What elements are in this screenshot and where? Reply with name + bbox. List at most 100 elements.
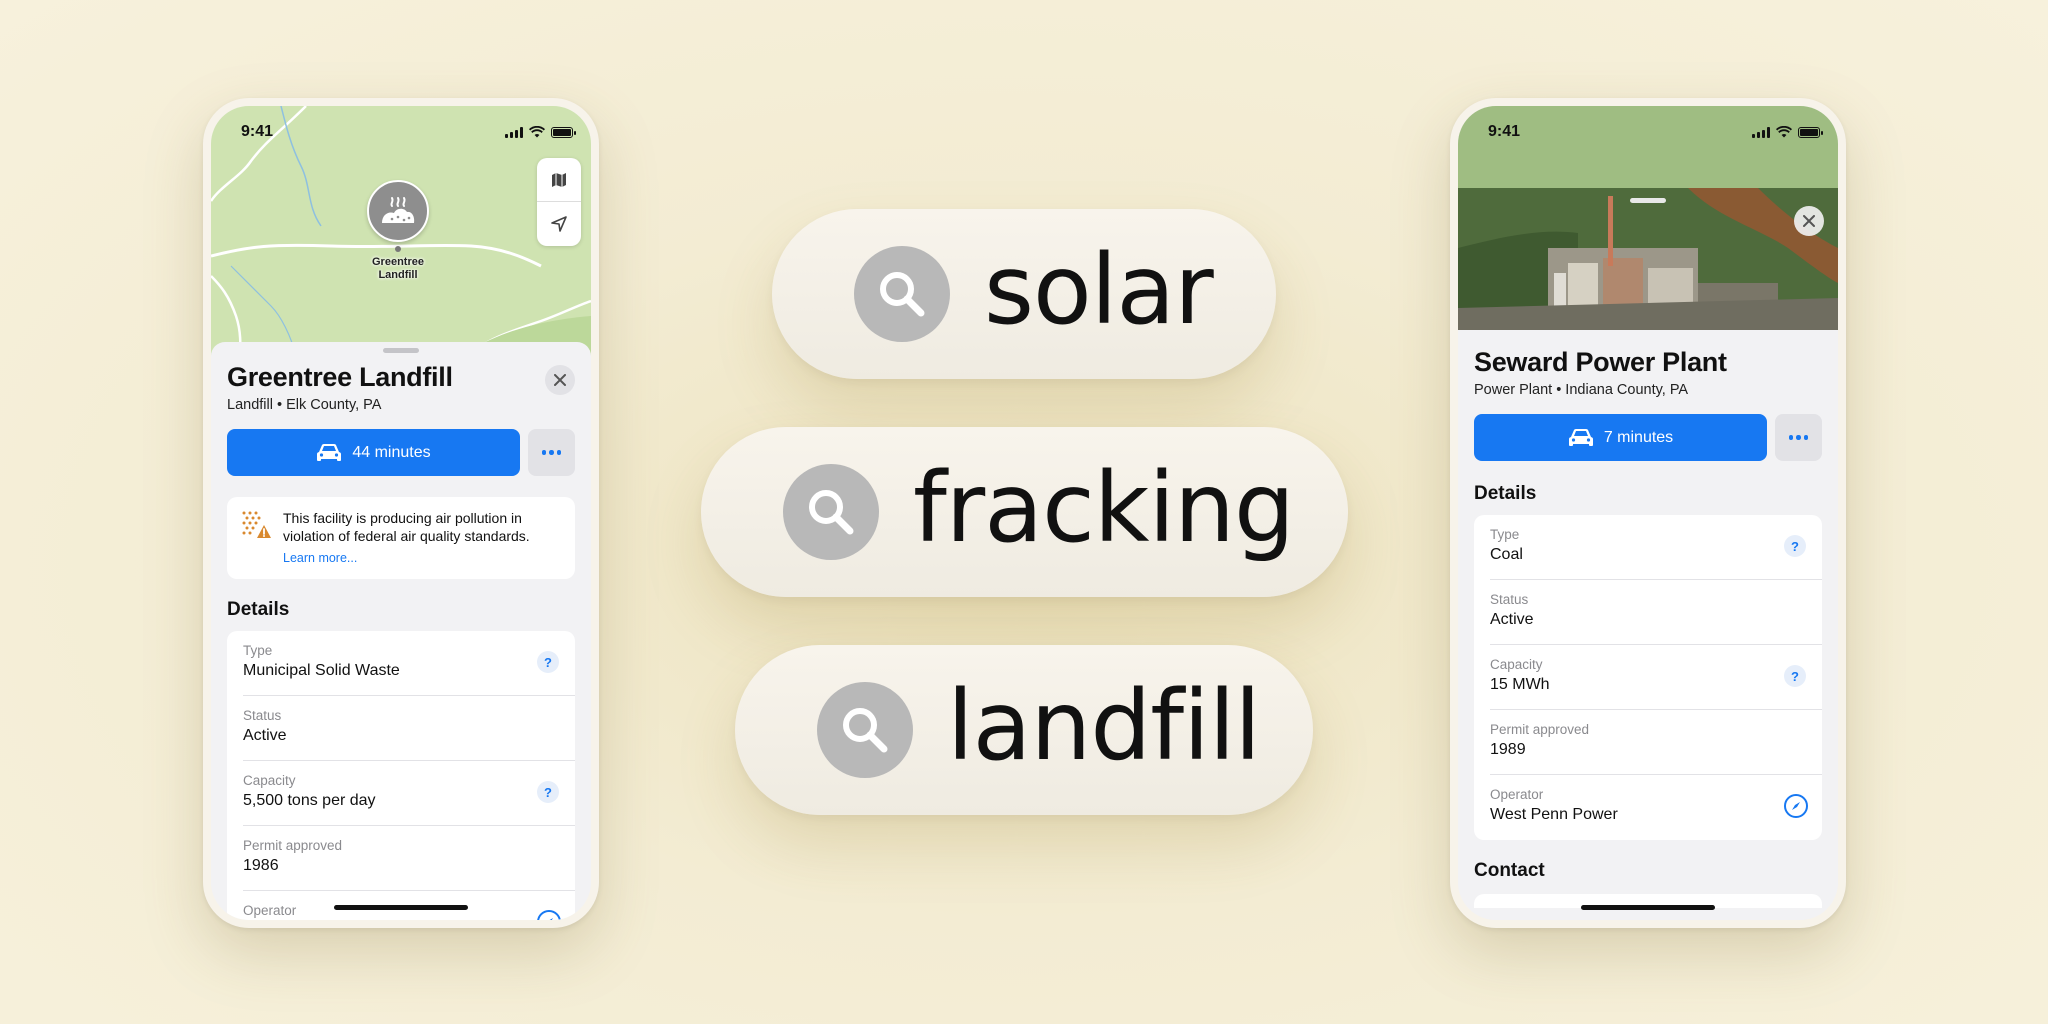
sheet-grabber[interactable] — [383, 348, 419, 353]
close-icon — [1803, 215, 1815, 227]
info-icon[interactable]: ? — [537, 781, 559, 803]
search-pill-fracking[interactable]: fracking — [701, 427, 1348, 597]
directions-label: 7 minutes — [1603, 428, 1674, 446]
map-mode-button[interactable] — [537, 158, 581, 201]
detail-value: Active — [1490, 611, 1534, 628]
home-indicator — [1581, 905, 1715, 910]
place-title: Greentree Landfill — [227, 362, 453, 392]
place-card: Greentree Landfill Landfill • Elk County… — [211, 342, 591, 920]
detail-label: Permit approved — [243, 838, 343, 853]
warning-text: This facility is producing air pollution… — [283, 510, 530, 544]
detail-row-status: Status Active — [243, 696, 575, 761]
action-buttons: 44 minutes — [227, 429, 575, 476]
search-query: solar — [984, 234, 1214, 346]
detail-label: Permit approved — [1490, 722, 1590, 737]
search-icon — [817, 682, 913, 778]
search-icon — [854, 246, 950, 342]
phone-seward-power-plant: 9:41 Seward Power Plant Power Plant • In… — [1450, 98, 1846, 928]
battery-icon — [1798, 126, 1823, 138]
home-indicator — [334, 905, 468, 910]
search-query: fracking — [913, 452, 1295, 564]
details-heading: Details — [227, 599, 290, 620]
aerial-photo-illustration — [1458, 188, 1838, 330]
landfill-map-pin[interactable] — [367, 180, 429, 242]
wifi-icon — [1776, 126, 1792, 138]
more-button[interactable] — [528, 429, 575, 476]
close-icon — [554, 374, 566, 386]
detail-label: Type — [1490, 527, 1520, 542]
current-location-button[interactable] — [537, 203, 581, 246]
detail-value: Municipal Solid Waste — [243, 662, 400, 679]
info-icon[interactable]: ? — [1784, 535, 1806, 557]
learn-more-link[interactable]: Learn more... — [283, 551, 357, 565]
place-header: Seward Power Plant Power Plant • Indiana… — [1474, 346, 1822, 398]
directions-button[interactable]: 44 minutes — [227, 429, 520, 476]
detail-label: Capacity — [1490, 657, 1543, 672]
place-subtitle: Landfill • Elk County, PA — [227, 397, 382, 413]
compass-icon[interactable] — [1784, 794, 1808, 818]
search-icon — [783, 464, 879, 560]
search-query: landfill — [947, 670, 1261, 782]
pin-tip — [395, 246, 401, 252]
detail-label: Status — [1490, 592, 1529, 607]
status-time: 9:41 — [241, 123, 274, 140]
ellipsis-icon — [1788, 435, 1794, 440]
place-subtitle: Power Plant • Indiana County, PA — [1474, 382, 1689, 398]
info-icon[interactable]: ? — [1784, 665, 1806, 687]
details-card: Type Municipal Solid Waste ? Status Acti… — [227, 631, 575, 920]
detail-row-capacity: Capacity 5,500 tons per day ? — [243, 761, 575, 826]
cellular-signal-icon — [1752, 126, 1770, 138]
detail-label: Type — [243, 643, 273, 658]
status-time: 9:41 — [1488, 123, 1521, 140]
cellular-signal-icon — [505, 126, 523, 138]
map-icon — [552, 172, 566, 187]
detail-value: West Penn Power — [1490, 806, 1618, 823]
search-pill-solar[interactable]: solar — [772, 209, 1276, 379]
place-title: Seward Power Plant — [1474, 347, 1727, 377]
landfill-icon — [382, 197, 415, 223]
map-controls — [537, 158, 581, 246]
more-button[interactable] — [1775, 414, 1822, 461]
detail-row-status: Status Active — [1490, 580, 1822, 645]
air-pollution-warning-icon — [242, 511, 271, 538]
close-button[interactable] — [545, 365, 575, 395]
detail-row-capacity: Capacity 15 MWh ? — [1490, 645, 1822, 710]
location-arrow-icon — [551, 216, 567, 233]
detail-row-permit: Permit approved 1989 — [1490, 710, 1822, 775]
detail-value: Active — [243, 727, 287, 744]
status-bar: 9:41 — [1458, 106, 1838, 150]
detail-label: Operator — [1490, 787, 1544, 802]
map-pin-label: Greentree Landfill — [372, 256, 424, 281]
contact-heading: Contact — [1474, 860, 1545, 881]
detail-value: 5,500 tons per day — [243, 792, 376, 809]
detail-value: 1989 — [1490, 741, 1526, 758]
phone-screen: 9:41 — [1458, 106, 1838, 920]
place-header: Greentree Landfill Landfill • Elk County… — [227, 361, 575, 413]
detail-value: 1986 — [243, 857, 279, 874]
close-button[interactable] — [1794, 206, 1824, 236]
pollution-warning: This facility is producing air pollution… — [227, 497, 575, 579]
phone-screen: 9:41 — [211, 106, 591, 920]
detail-label: Status — [243, 708, 282, 723]
action-buttons: 7 minutes — [1474, 414, 1822, 461]
place-card: Seward Power Plant Power Plant • Indiana… — [1458, 330, 1838, 920]
detail-label: Capacity — [243, 773, 296, 788]
search-pill-landfill[interactable]: landfill — [735, 645, 1313, 815]
battery-icon — [551, 126, 576, 138]
car-icon — [317, 443, 342, 461]
directions-label: 44 minutes — [352, 443, 431, 461]
details-card: Type Coal ? Status Active Capacity 15 MW… — [1474, 515, 1822, 840]
ellipsis-icon — [541, 450, 547, 455]
power-plant-photo[interactable] — [1458, 188, 1838, 330]
status-icons — [505, 126, 576, 138]
car-icon — [1568, 428, 1593, 446]
sheet-grabber[interactable] — [1630, 198, 1666, 203]
status-icons — [1752, 126, 1823, 138]
directions-button[interactable]: 7 minutes — [1474, 414, 1767, 461]
detail-row-permit: Permit approved 1986 — [243, 826, 575, 891]
phone-greentree-landfill: 9:41 Greentree Landfill Greentree Landfi… — [203, 98, 599, 928]
info-icon[interactable]: ? — [537, 651, 559, 673]
detail-row-type: Type Municipal Solid Waste ? — [243, 631, 575, 696]
status-bar: 9:41 — [211, 106, 591, 150]
details-heading: Details — [1474, 483, 1537, 504]
